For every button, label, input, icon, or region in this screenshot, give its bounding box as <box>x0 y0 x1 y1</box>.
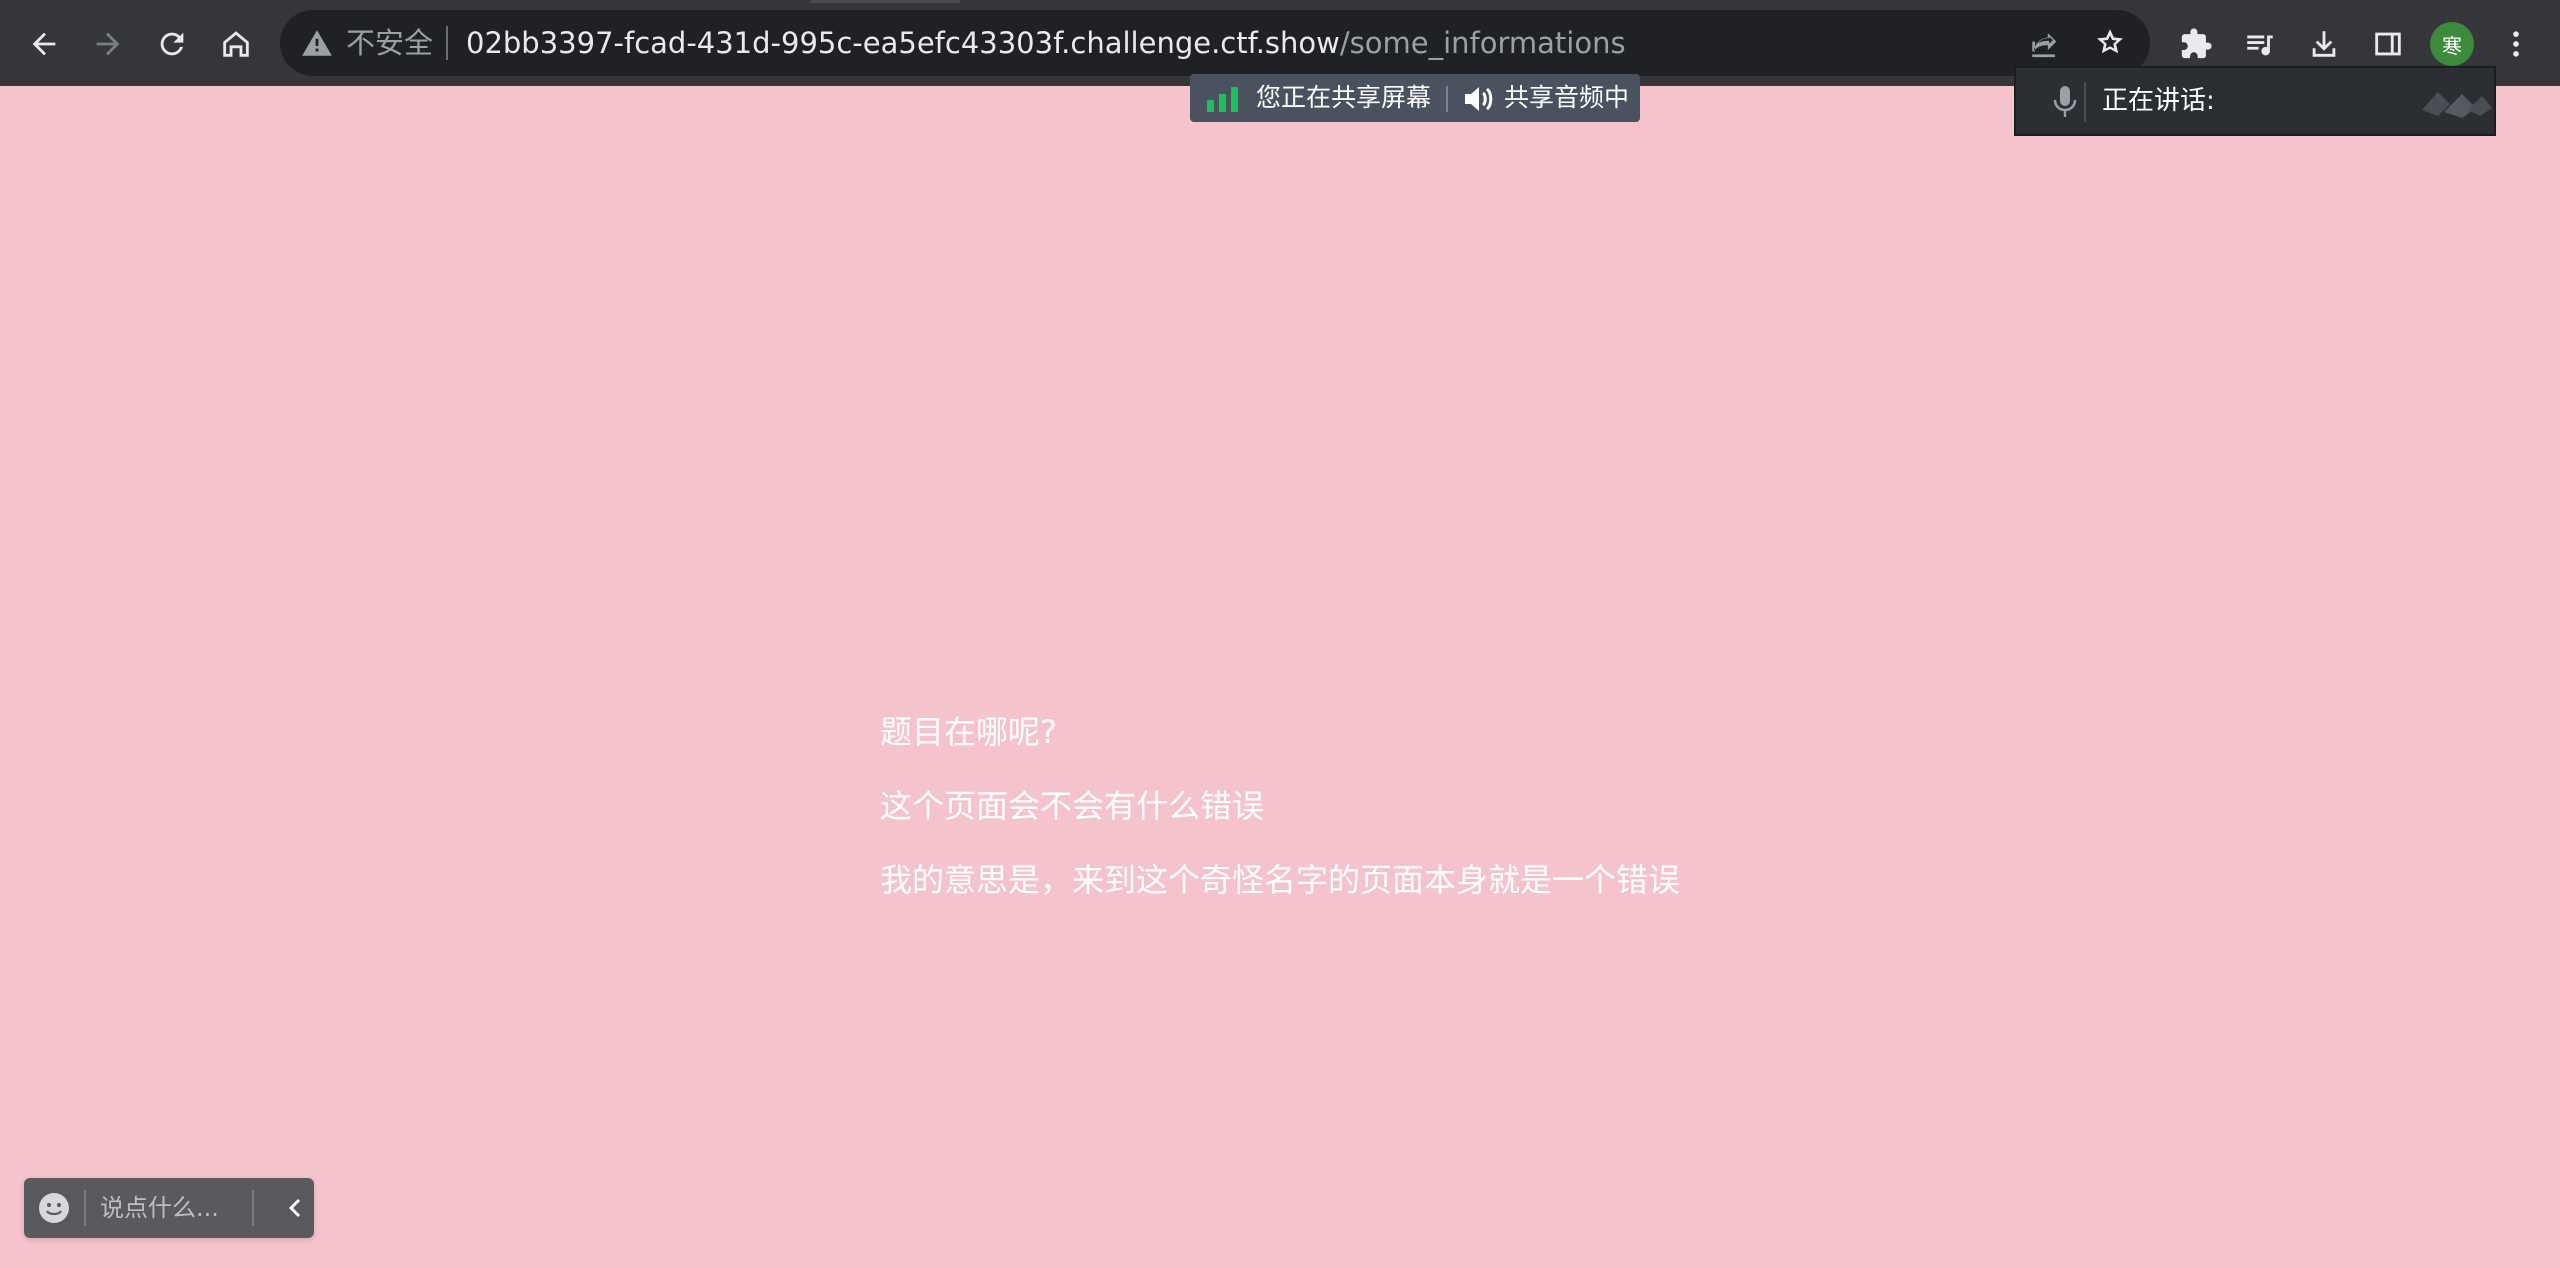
content-line-explanation: 我的意思是，来到这个奇怪名字的页面本身就是一个错误 <box>880 861 1681 899</box>
signal-bars-icon <box>1207 87 1238 112</box>
star-icon[interactable] <box>2092 24 2128 60</box>
home-icon <box>223 31 249 57</box>
url-path: /some_informations <box>1339 26 1626 60</box>
extensions-button[interactable] <box>2172 20 2220 68</box>
chevron-left-icon[interactable] <box>284 1196 308 1220</box>
download-icon <box>2312 31 2336 57</box>
puzzle-icon <box>2181 28 2212 59</box>
speaking-panel: 正在讲话: <box>2014 66 2496 136</box>
more-vert-icon <box>2513 31 2519 57</box>
url-text[interactable]: 02bb3397-fcad-431d-995c-ea5efc43303f.cha… <box>466 24 1626 62</box>
reload-icon <box>160 32 184 56</box>
microphone-icon <box>2053 86 2077 117</box>
speaking-separator <box>2084 82 2086 122</box>
url-host: 02bb3397-fcad-431d-995c-ea5efc43303f.cha… <box>466 26 1340 60</box>
downloads-button[interactable] <box>2300 20 2348 68</box>
page-content: 题目在哪呢? 这个页面会不会有什么错误 我的意思是，来到这个奇怪名字的页面本身就… <box>880 712 1680 934</box>
emoji-icon[interactable] <box>38 1192 70 1224</box>
forward-arrow-icon <box>96 32 120 56</box>
browser-menu-button[interactable] <box>2492 20 2540 68</box>
screen-share-bar: 您正在共享屏幕 共享音频中 <box>1190 74 1640 122</box>
share-icon[interactable] <box>2028 26 2062 60</box>
reload-button[interactable] <box>148 20 196 68</box>
chat-separator <box>84 1190 86 1226</box>
home-button[interactable] <box>212 20 260 68</box>
side-panel-button[interactable] <box>2364 20 2412 68</box>
audio-share-status[interactable]: 共享音频中 <box>1504 81 1629 115</box>
media-control-button[interactable] <box>2236 20 2284 68</box>
audio-share-icon[interactable] <box>1462 84 1494 114</box>
address-bar[interactable]: 不安全 02bb3397-fcad-431d-995c-ea5efc43303f… <box>280 10 2150 76</box>
share-separator <box>1446 86 1448 112</box>
back-button[interactable] <box>20 20 68 68</box>
chat-separator <box>252 1190 254 1226</box>
address-separator <box>446 26 448 60</box>
media-queue-icon <box>2247 35 2273 56</box>
side-panel-icon <box>2375 32 2401 56</box>
screen-share-status[interactable]: 您正在共享屏幕 <box>1256 81 1431 115</box>
meeting-logo-icon <box>2422 92 2492 118</box>
tab-strip-edge <box>810 0 960 3</box>
back-arrow-icon <box>32 32 56 56</box>
content-line-question: 题目在哪呢? <box>880 713 1057 751</box>
chat-input[interactable] <box>100 1188 250 1228</box>
chat-widget <box>24 1178 314 1238</box>
security-status-label[interactable]: 不安全 <box>346 24 433 62</box>
warning-icon <box>302 30 332 56</box>
speaking-label: 正在讲话: <box>2102 86 2215 116</box>
profile-avatar[interactable]: 寒 <box>2430 22 2474 66</box>
content-line-error-hint: 这个页面会不会有什么错误 <box>880 787 1265 825</box>
forward-button[interactable] <box>84 20 132 68</box>
